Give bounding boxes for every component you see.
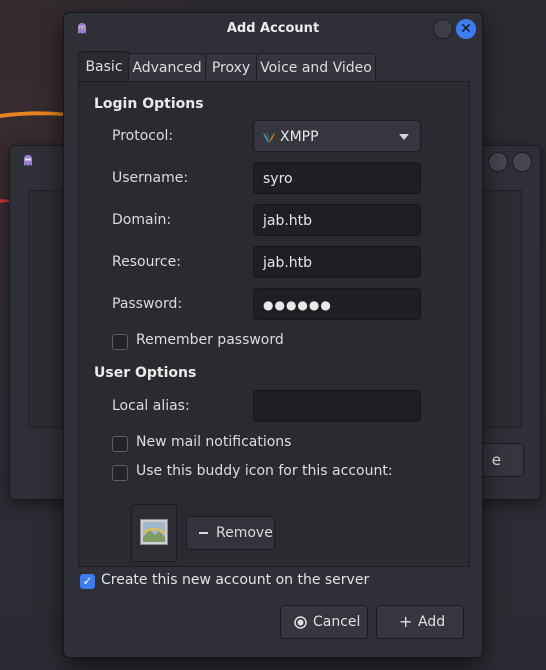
password-input[interactable]: ●●●●●●	[253, 288, 421, 320]
dialog-title: Add Account	[226, 21, 320, 36]
domain-label: Domain:	[112, 212, 172, 228]
dialog-titlebar[interactable]: Add Account ✕	[64, 13, 482, 45]
add-button[interactable]: + Add	[376, 605, 464, 639]
pidgin-icon	[24, 155, 32, 166]
login-options-heading: Login Options	[94, 96, 204, 112]
remove-label: Remove	[216, 525, 273, 541]
cancel-button[interactable]: Cancel	[280, 605, 368, 639]
create-on-server-label[interactable]: Create this new account on the server	[101, 572, 369, 588]
remember-password-checkbox[interactable]	[112, 334, 128, 350]
background-window-close-button[interactable]	[512, 152, 532, 172]
close-icon: ✕	[460, 21, 472, 37]
protocol-value: XMPP	[280, 129, 319, 145]
new-mail-label[interactable]: New mail notifications	[136, 434, 291, 450]
tab-basic[interactable]: Basic	[78, 51, 130, 82]
background-window-min-button[interactable]	[488, 152, 508, 172]
chevron-down-icon	[399, 134, 409, 140]
user-options-heading: User Options	[94, 365, 197, 381]
create-on-server-checkbox[interactable]: ✓	[80, 574, 95, 589]
buddy-icon-label[interactable]: Use this buddy icon for this account:	[136, 463, 393, 479]
resource-input[interactable]: jab.htb	[253, 246, 421, 278]
buddy-icon-checkbox[interactable]	[112, 465, 128, 481]
username-input[interactable]: syro	[253, 162, 421, 194]
protocol-label: Protocol:	[112, 128, 174, 144]
protocol-select[interactable]: XMPP	[253, 120, 421, 152]
minus-icon	[199, 532, 208, 534]
password-label: Password:	[112, 296, 183, 312]
username-label: Username:	[112, 170, 189, 186]
resource-label: Resource:	[112, 254, 181, 270]
tab-proxy[interactable]: Proxy	[205, 53, 257, 82]
local-alias-input[interactable]	[253, 390, 421, 422]
add-account-dialog: Add Account ✕ Basic Advanced Proxy Voice…	[63, 12, 483, 658]
minimize-button[interactable]	[433, 19, 453, 39]
cancel-label: Cancel	[313, 614, 361, 630]
check-icon: ✓	[82, 574, 93, 588]
plus-icon: +	[399, 612, 413, 631]
basic-tab-panel: Login Options Protocol: XMPP Username: s…	[78, 81, 470, 567]
add-label: Add	[418, 614, 446, 630]
image-icon	[140, 519, 168, 545]
domain-input[interactable]: jab.htb	[253, 204, 421, 236]
xmpp-icon	[263, 131, 275, 143]
local-alias-label: Local alias:	[112, 398, 190, 414]
remove-icon-button[interactable]: Remove	[186, 516, 275, 550]
background-window-button-label: e	[491, 451, 501, 469]
new-mail-checkbox[interactable]	[112, 436, 128, 452]
cancel-icon	[294, 616, 307, 629]
tab-voice-and-video[interactable]: Voice and Video	[256, 53, 376, 82]
close-button[interactable]: ✕	[456, 19, 476, 39]
remember-password-label[interactable]: Remember password	[136, 332, 284, 348]
tab-advanced[interactable]: Advanced	[128, 53, 206, 82]
buddy-icon-preview[interactable]	[131, 504, 177, 562]
